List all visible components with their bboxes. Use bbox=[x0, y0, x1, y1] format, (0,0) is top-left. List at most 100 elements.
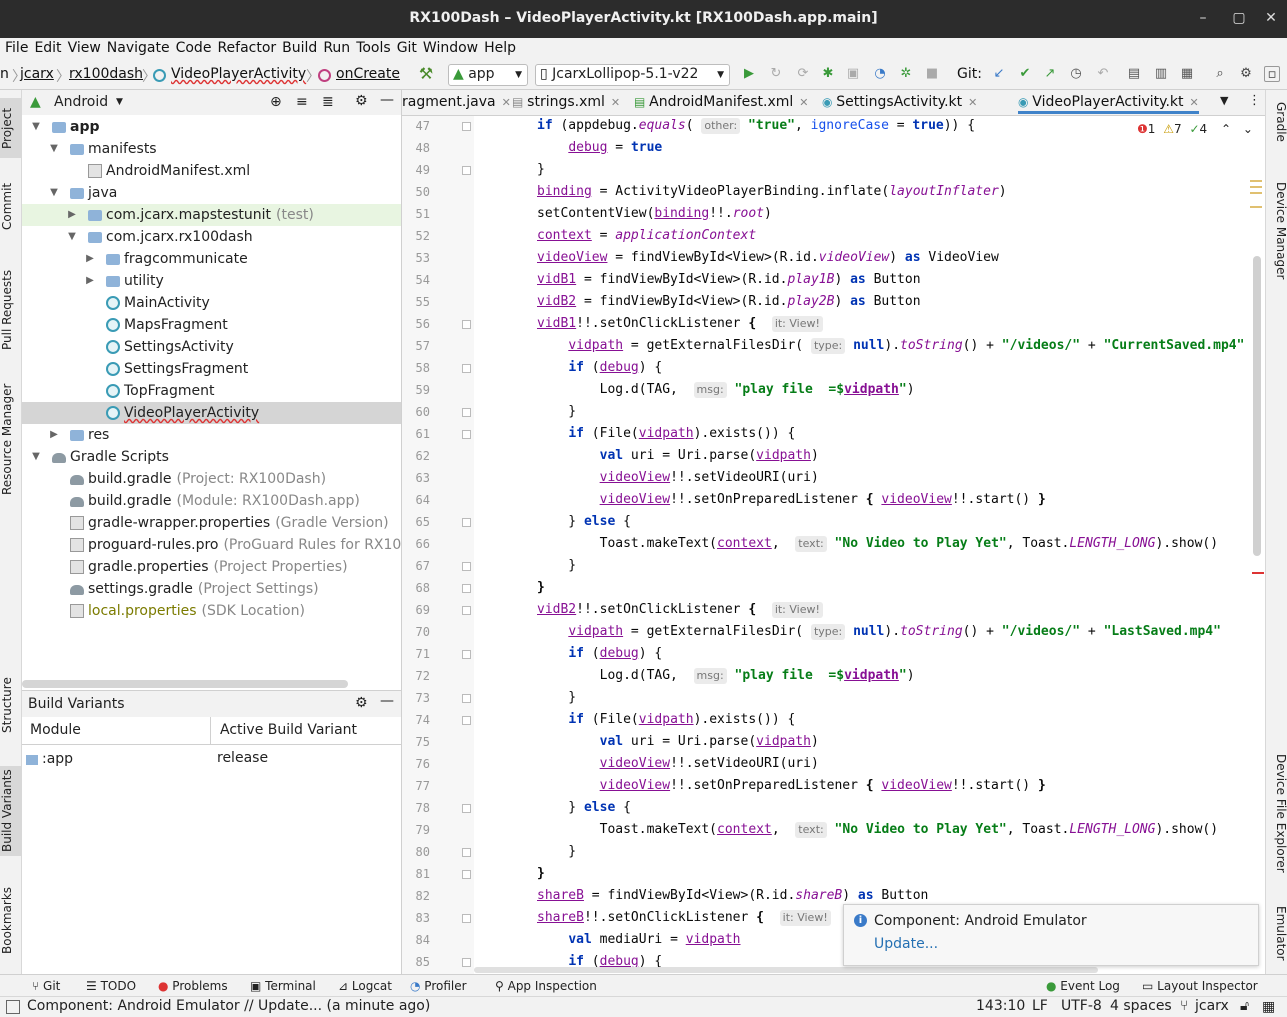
tree-item[interactable]: ▼ java bbox=[22, 182, 401, 204]
tree-item[interactable]: VideoPlayerActivity bbox=[22, 402, 401, 424]
chevron-right-icon[interactable]: ▶ bbox=[66, 204, 78, 226]
coverage-icon[interactable]: ▣ bbox=[845, 66, 861, 82]
chevron-right-icon[interactable]: ▶ bbox=[84, 270, 96, 292]
code-line[interactable]: context = applicationContext bbox=[537, 225, 756, 247]
device-manager-icon[interactable]: ▤ bbox=[1126, 66, 1142, 82]
settings-icon[interactable]: ⚙ bbox=[1238, 66, 1254, 82]
fold-marker-icon[interactable] bbox=[462, 320, 471, 329]
app-inspection-tool-button[interactable]: ⚲ App Inspection bbox=[495, 979, 597, 993]
close-tab-icon[interactable]: ✕ bbox=[502, 96, 511, 109]
table-row[interactable]: :app release bbox=[22, 747, 401, 771]
editor-tab[interactable]: ◉ SettingsActivity.kt ✕ bbox=[822, 94, 977, 110]
tree-item[interactable]: ▼ com.jcarx.rx100dash bbox=[22, 226, 401, 248]
expand-all-icon[interactable]: ≡ bbox=[296, 94, 308, 110]
chevron-down-icon[interactable]: ▼ bbox=[48, 138, 60, 160]
debug-icon[interactable]: ✱ bbox=[820, 66, 836, 82]
git-branch[interactable]: jcarx bbox=[1195, 998, 1229, 1014]
close-icon[interactable]: ✕ bbox=[1261, 8, 1281, 28]
menu-build[interactable]: Build bbox=[276, 38, 317, 56]
collapse-all-icon[interactable]: ≣ bbox=[322, 94, 334, 110]
git-rollback-icon[interactable]: ↶ bbox=[1095, 66, 1111, 82]
code-line[interactable]: } bbox=[537, 863, 545, 885]
chevron-right-icon[interactable]: ▶ bbox=[84, 248, 96, 270]
tree-item[interactable]: ▶ utility bbox=[22, 270, 401, 292]
profile-icon[interactable]: ◔ bbox=[872, 66, 888, 82]
code-line[interactable]: Log.d(TAG, msg: "play file =$vidpath") bbox=[537, 379, 915, 401]
git-update-icon[interactable]: ↙ bbox=[991, 66, 1007, 82]
problems-tool-button[interactable]: ● Problems bbox=[158, 979, 228, 993]
status-message[interactable]: Component: Android Emulator // Update...… bbox=[27, 998, 430, 1014]
maximize-icon[interactable]: ▢ bbox=[1229, 8, 1249, 28]
tree-item[interactable]: ▼ app bbox=[22, 116, 401, 138]
code-line[interactable]: videoView!!.setOnPreparedListener { vide… bbox=[537, 489, 1046, 511]
gear-icon[interactable]: ⚙ bbox=[355, 695, 368, 711]
git-tool-button[interactable]: ⑂ Git bbox=[32, 979, 60, 993]
hide-icon[interactable]: — bbox=[380, 92, 394, 108]
git-push-icon[interactable]: ↗ bbox=[1042, 66, 1058, 82]
gear-icon[interactable]: ⚙ bbox=[355, 93, 368, 109]
code-line[interactable]: videoView!!.setOnPreparedListener { vide… bbox=[537, 775, 1046, 797]
more-icon[interactable]: ⋮ bbox=[1248, 93, 1261, 108]
tab-device-file-explorer[interactable]: Device File Explorer bbox=[1268, 754, 1287, 904]
fold-marker-icon[interactable] bbox=[462, 518, 471, 527]
code-line[interactable]: } bbox=[537, 159, 545, 181]
chevron-down-icon[interactable]: ▼ bbox=[116, 97, 123, 107]
tree-item[interactable]: TopFragment bbox=[22, 380, 401, 402]
code-line[interactable]: } bbox=[537, 841, 576, 863]
tree-item[interactable]: ▶ com.jcarx.mapstestunit (test) bbox=[22, 204, 401, 226]
indent-setting[interactable]: 4 spaces bbox=[1110, 998, 1172, 1014]
next-highlight-icon[interactable]: ⌄ bbox=[1243, 122, 1253, 136]
sdk-manager-icon[interactable]: ▥ bbox=[1153, 66, 1169, 82]
tab-build-variants[interactable]: Build Variants bbox=[0, 766, 22, 856]
code-line[interactable]: videoView!!.setVideoURI(uri) bbox=[537, 753, 819, 775]
layout-inspector-tool-button[interactable]: ▭ Layout Inspector bbox=[1142, 979, 1258, 993]
tab-device-manager[interactable]: Device Manager bbox=[1268, 182, 1287, 292]
tree-item[interactable]: build.gradle (Project: RX100Dash) bbox=[22, 468, 401, 490]
menu-edit[interactable]: Edit bbox=[28, 38, 61, 56]
profiler-tool-button[interactable]: ◔ Profiler bbox=[410, 979, 467, 993]
editor-tab[interactable]: ▤ strings.xml ✕ bbox=[512, 94, 620, 110]
user-icon[interactable]: ▫ bbox=[1264, 66, 1280, 82]
tab-list-icon[interactable]: ▼ bbox=[1220, 94, 1228, 107]
tree-item[interactable]: local.properties (SDK Location) bbox=[22, 600, 401, 622]
git-commit-icon[interactable]: ✔ bbox=[1017, 66, 1033, 82]
code-line[interactable]: } bbox=[537, 401, 576, 423]
fold-marker-icon[interactable] bbox=[462, 606, 471, 615]
breadcrumb-jcarx[interactable]: jcarx bbox=[20, 66, 54, 82]
attach-debugger-icon[interactable]: ✲ bbox=[898, 66, 914, 82]
hide-icon[interactable]: — bbox=[380, 693, 394, 709]
tree-item[interactable]: ▶ fragcommunicate bbox=[22, 248, 401, 270]
tree-item[interactable]: AndroidManifest.xml bbox=[22, 160, 401, 182]
hammer-icon[interactable]: ⚒ bbox=[418, 66, 434, 82]
apply-changes-icon[interactable]: ↻ bbox=[768, 66, 784, 82]
tree-item[interactable]: MainActivity bbox=[22, 292, 401, 314]
git-history-icon[interactable]: ◷ bbox=[1068, 66, 1084, 82]
close-tab-icon[interactable]: ✕ bbox=[799, 96, 808, 109]
menu-help[interactable]: Help bbox=[478, 38, 516, 56]
code-line[interactable]: vidB2!!.setOnClickListener { it: View! bbox=[537, 599, 823, 621]
fold-marker-icon[interactable] bbox=[462, 694, 471, 703]
stop-icon[interactable]: ■ bbox=[924, 66, 940, 82]
horizontal-scrollbar[interactable] bbox=[22, 680, 348, 688]
breadcrumb-rx100dash[interactable]: rx100dash bbox=[69, 66, 143, 82]
tree-item[interactable]: SettingsFragment bbox=[22, 358, 401, 380]
tree-item[interactable]: ▼ Gradle Scripts bbox=[22, 446, 401, 468]
menu-tools[interactable]: Tools bbox=[350, 38, 391, 56]
tree-item[interactable]: ▼ manifests bbox=[22, 138, 401, 160]
code-line[interactable]: vidB1!!.setOnClickListener { it: View! bbox=[537, 313, 823, 335]
editor-tab[interactable]: ◉ VideoPlayerActivity.kt ✕ bbox=[1018, 94, 1199, 114]
code-line[interactable]: binding = ActivityVideoPlayerBinding.inf… bbox=[537, 181, 1007, 203]
code-line[interactable]: vidB1 = findViewById<View>(R.id.play1B) … bbox=[537, 269, 921, 291]
tree-item[interactable]: build.gradle (Module: RX100Dash.app) bbox=[22, 490, 401, 512]
code-line[interactable]: Toast.makeText(context, text: "No Video … bbox=[537, 533, 1218, 555]
code-line[interactable]: val mediaUri = vidpath bbox=[537, 929, 740, 951]
memory-icon[interactable]: ▦ bbox=[1262, 999, 1275, 1015]
fold-marker-icon[interactable] bbox=[462, 584, 471, 593]
code-line[interactable]: vidpath = getExternalFilesDir( type: nul… bbox=[537, 335, 1244, 357]
code-line[interactable]: if (appdebug.equals( other: "true", igno… bbox=[537, 116, 975, 137]
search-icon[interactable]: ⌕ bbox=[1212, 66, 1228, 82]
fold-marker-icon[interactable] bbox=[462, 364, 471, 373]
code-line[interactable]: } else { bbox=[537, 797, 631, 819]
fold-marker-icon[interactable] bbox=[462, 870, 471, 879]
menu-run[interactable]: Run bbox=[317, 38, 350, 56]
